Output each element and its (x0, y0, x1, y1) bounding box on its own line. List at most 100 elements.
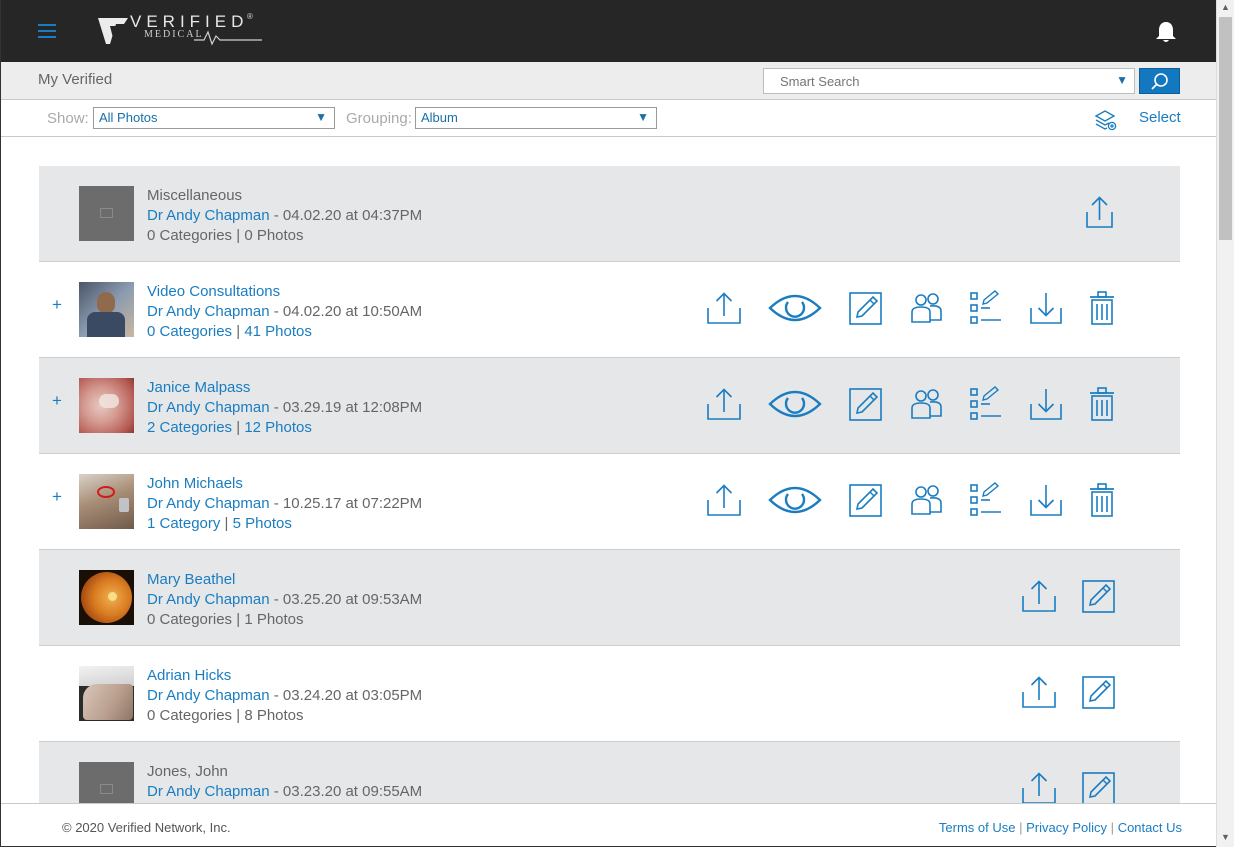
upload-icon (1086, 196, 1113, 228)
upload-button[interactable] (1021, 674, 1057, 710)
album-author[interactable]: Dr Andy Chapman (147, 303, 270, 320)
delete-button[interactable] (1084, 386, 1120, 422)
album-thumbnail[interactable] (79, 282, 134, 337)
upload-button[interactable] (706, 290, 742, 326)
smart-search-field[interactable]: ▼ (763, 68, 1135, 94)
divider: | (1110, 820, 1115, 835)
upload-button[interactable] (1021, 770, 1057, 806)
expand-toggle[interactable]: + (52, 295, 62, 315)
upload-button[interactable] (706, 386, 742, 422)
search-icon (1151, 73, 1168, 90)
registered-mark: ® (247, 12, 253, 21)
album-author[interactable]: Dr Andy Chapman (147, 783, 270, 800)
album-photos[interactable]: 5 Photos (233, 515, 292, 532)
album-categories: 0 Categories (147, 611, 233, 628)
album-name[interactable]: Janice Malpass (147, 378, 422, 398)
album-thumbnail[interactable] (79, 186, 134, 241)
album-thumbnail[interactable] (79, 378, 134, 433)
album-photos: 1 Photos (244, 611, 304, 628)
chevron-down-icon: ▼ (637, 110, 649, 124)
album-categories[interactable]: 0 Categories (147, 323, 232, 340)
trash-icon (1090, 291, 1114, 325)
view-button[interactable] (768, 290, 822, 326)
view-button[interactable] (768, 386, 822, 422)
album-name: Miscellaneous (147, 187, 243, 204)
trash-icon (1090, 387, 1114, 421)
delete-button[interactable] (1084, 290, 1120, 326)
chevron-down-icon[interactable]: ▼ (1116, 73, 1128, 87)
album-date: - 03.24.20 at 03:05PM (269, 687, 423, 704)
edit-button[interactable] (848, 386, 884, 422)
edit-button[interactable] (1081, 578, 1117, 614)
scroll-down-arrow-icon[interactable]: ▼ (1221, 832, 1230, 842)
album-thumbnail[interactable] (79, 474, 134, 529)
album-author[interactable]: Dr Andy Chapman (147, 399, 270, 416)
album-photos[interactable]: 12 Photos (244, 419, 312, 436)
show-select[interactable]: All Photos ▼ (93, 107, 335, 129)
download-button[interactable] (1028, 290, 1064, 326)
bell-icon[interactable] (1155, 20, 1177, 44)
album-categories[interactable]: 2 Categories (147, 419, 232, 436)
divider: | (236, 419, 241, 436)
album-name[interactable]: Mary Beathel (147, 570, 422, 590)
scroll-up-arrow-icon[interactable]: ▲ (1221, 2, 1230, 12)
scroll-thumb[interactable] (1219, 17, 1232, 240)
album-date: - 03.29.19 at 12:08PM (269, 399, 423, 416)
download-button[interactable] (1028, 386, 1064, 422)
grouping-select[interactable]: Album ▼ (415, 107, 657, 129)
share-people-button[interactable] (908, 386, 944, 422)
album-author[interactable]: Dr Andy Chapman (147, 207, 270, 224)
eye-icon (768, 486, 822, 514)
upload-button[interactable] (1021, 578, 1057, 614)
expand-toggle[interactable]: + (52, 391, 62, 411)
album-thumbnail[interactable] (79, 570, 134, 625)
upload-icon (707, 388, 741, 420)
divider: | (236, 611, 241, 628)
verified-medical-logo: VERIFIED ® MEDICAL (96, 12, 266, 48)
album-author[interactable]: Dr Andy Chapman (147, 495, 270, 512)
album-author[interactable]: Dr Andy Chapman (147, 591, 270, 608)
edit-button[interactable] (1081, 770, 1117, 806)
checklist-button[interactable] (968, 290, 1004, 326)
share-people-button[interactable] (908, 482, 944, 518)
expand-toggle[interactable]: + (52, 487, 62, 507)
view-button[interactable] (768, 482, 822, 518)
album-thumbnail[interactable] (79, 666, 134, 721)
terms-link[interactable]: Terms of Use (939, 820, 1016, 835)
checklist-icon (970, 482, 1001, 516)
layers-icon[interactable] (1094, 109, 1117, 131)
album-name[interactable]: Adrian Hicks (147, 666, 422, 686)
album-categories[interactable]: 1 Category (147, 515, 220, 532)
upload-icon (1022, 676, 1056, 708)
album-row: + Janice Malpass Dr Andy Chapman - 03.29… (39, 358, 1180, 454)
contact-link[interactable]: Contact Us (1118, 820, 1182, 835)
hamburger-icon[interactable] (38, 24, 56, 40)
edit-button[interactable] (848, 290, 884, 326)
upload-button[interactable] (706, 482, 742, 518)
upload-button[interactable] (1081, 194, 1117, 230)
heartbeat-icon (194, 30, 262, 46)
edit-button[interactable] (1081, 674, 1117, 710)
share-people-button[interactable] (908, 290, 944, 326)
album-list: Miscellaneous Dr Andy Chapman - 04.02.20… (39, 166, 1180, 838)
smart-search-input[interactable] (764, 69, 1094, 93)
album-photos[interactable]: 41 Photos (244, 323, 312, 340)
album-name[interactable]: Video Consultations (147, 282, 422, 302)
checklist-button[interactable] (968, 482, 1004, 518)
album-categories: 0 Categories (147, 227, 233, 244)
checklist-button[interactable] (968, 386, 1004, 422)
delete-button[interactable] (1084, 482, 1120, 518)
top-bar: VERIFIED ® MEDICAL (1, 0, 1216, 62)
album-name[interactable]: John Michaels (147, 474, 422, 494)
album-author[interactable]: Dr Andy Chapman (147, 687, 270, 704)
filter-bar: Show: All Photos ▼ Grouping: Album ▼ Sel… (1, 100, 1216, 137)
edit-icon (1082, 676, 1115, 709)
search-button[interactable] (1139, 68, 1180, 94)
privacy-link[interactable]: Privacy Policy (1026, 820, 1107, 835)
page-title: My Verified (38, 71, 113, 88)
vertical-scrollbar[interactable]: ▲ ▼ (1216, 0, 1234, 847)
album-date: - 03.23.20 at 09:55AM (269, 783, 423, 800)
download-button[interactable] (1028, 482, 1064, 518)
select-link[interactable]: Select (1139, 109, 1181, 126)
edit-button[interactable] (848, 482, 884, 518)
